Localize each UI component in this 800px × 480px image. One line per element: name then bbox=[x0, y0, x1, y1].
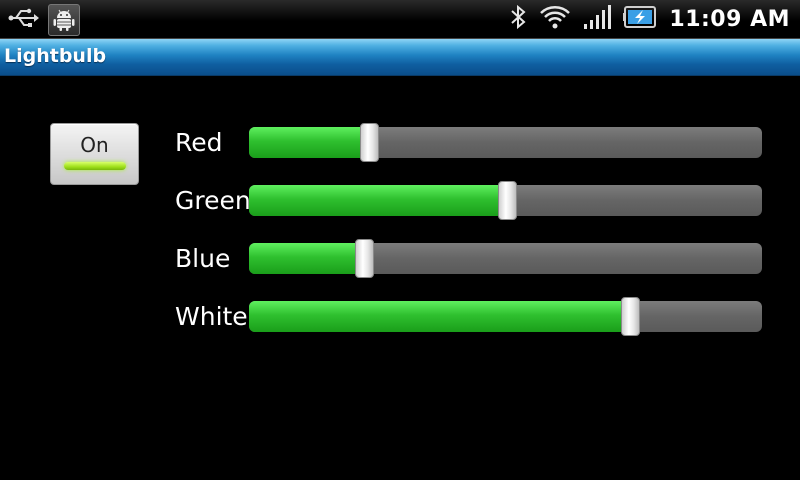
blue-slider-thumb[interactable] bbox=[355, 239, 375, 278]
green-slider-fill bbox=[249, 185, 508, 216]
blue-slider-fill bbox=[249, 243, 366, 274]
power-toggle-label: On bbox=[80, 133, 109, 157]
red-slider-thumb[interactable] bbox=[359, 123, 379, 162]
status-clock: 11:09 AM bbox=[669, 6, 790, 32]
app-title-bar: Lightbulb bbox=[0, 39, 800, 76]
blue-slider[interactable] bbox=[249, 239, 762, 278]
android-debug-icon bbox=[48, 4, 80, 36]
white-label: White bbox=[175, 302, 248, 331]
red-slider-fill bbox=[249, 127, 370, 158]
red-slider[interactable] bbox=[249, 123, 762, 162]
blue-label: Blue bbox=[175, 244, 231, 273]
white-slider-thumb[interactable] bbox=[620, 297, 640, 336]
green-slider-thumb[interactable] bbox=[497, 181, 517, 220]
red-label: Red bbox=[175, 128, 223, 157]
wifi-icon bbox=[539, 4, 571, 34]
green-label: Green bbox=[175, 186, 251, 215]
white-slider[interactable] bbox=[249, 297, 762, 336]
signal-icon bbox=[583, 4, 612, 34]
status-bar: 11:09 AM bbox=[0, 0, 800, 39]
power-toggle-button[interactable]: On bbox=[50, 123, 139, 185]
bluetooth-icon bbox=[509, 4, 527, 34]
app-title: Lightbulb bbox=[4, 45, 107, 67]
status-bar-notifications bbox=[8, 4, 80, 36]
white-slider-fill bbox=[249, 301, 631, 332]
usb-icon bbox=[8, 7, 40, 33]
green-slider[interactable] bbox=[249, 181, 762, 220]
battery-charging-icon bbox=[623, 5, 657, 33]
status-bar-system: 11:09 AM bbox=[509, 3, 790, 35]
toggle-indicator-light bbox=[64, 162, 126, 170]
